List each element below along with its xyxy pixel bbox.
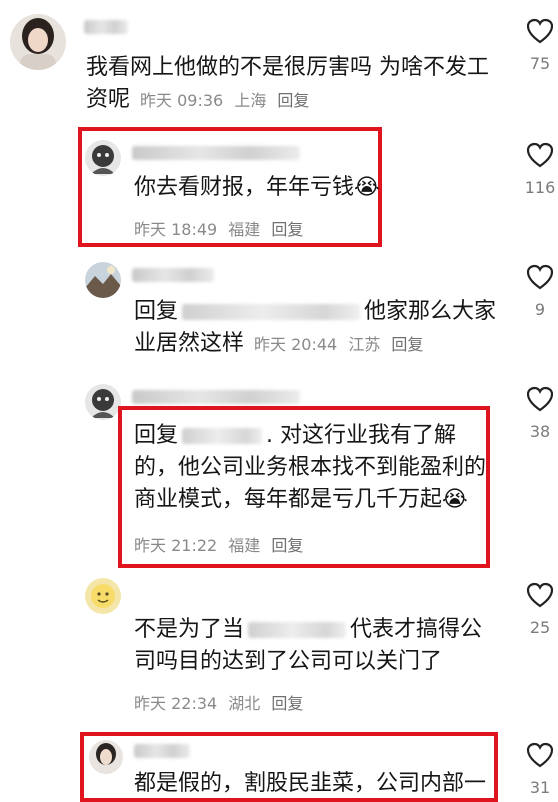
comment-time: 昨天 09:36 [140,91,224,110]
like-button[interactable]: 9 [520,264,558,319]
comment-line-tail: 他家那么大家 [364,299,497,324]
heart-outline-icon [526,742,554,768]
avatar[interactable] [85,262,121,298]
avatar[interactable] [85,578,121,614]
comment-location: 福建 [228,536,261,555]
crying-emoji: 😭 [442,487,468,512]
username-blurred[interactable] [132,390,300,404]
comment-time: 昨天 22:34 [134,694,218,713]
heart-outline-icon [526,582,554,608]
like-count: 75 [529,54,551,73]
comment-meta: 昨天 22:34 湖北 回复 [134,690,309,714]
reply-prefix: 回复 [134,299,179,324]
like-button[interactable]: 31 [520,742,558,797]
avatar[interactable] [10,14,66,70]
comment-text: 回复 他家那么大家 业居然这样 昨天 20:44 江苏 回复 [134,296,496,361]
like-button[interactable]: 38 [520,386,558,441]
crying-emoji: 😭 [354,175,380,200]
like-count: 9 [534,300,546,319]
heart-outline-icon [526,18,554,44]
comment-text: 不是为了当 代表才搞得公 司吗目的达到了公司可以关门了 [134,614,482,678]
avatar[interactable] [85,140,121,176]
avatar[interactable] [89,740,123,774]
comment-time: 昨天 21:22 [134,536,218,555]
avatar[interactable] [85,384,121,420]
reply-prefix: 回复 [134,423,179,448]
comment-line-head: 不是为了当 [134,617,245,642]
like-count: 25 [529,618,551,637]
heart-outline-icon [526,142,554,168]
comment-line: 你去看财报，年年亏钱 [134,175,355,200]
reply-button[interactable]: 回复 [271,694,303,713]
comment-location: 湖北 [228,694,261,713]
comment-text: 我看网上他做的不是很厉害吗 为啥不发工 资呢 昨天 09:36 上海 回复 [86,52,489,117]
comment-line: 商业模式，每年都是亏几千万起😭 [134,484,486,516]
like-button[interactable]: 25 [520,582,558,637]
comment-location: 上海 [234,91,267,110]
like-count: 38 [529,422,551,441]
comment-time: 昨天 18:49 [134,220,218,239]
comment-meta: 昨天 18:49 福建 回复 [134,216,309,240]
like-button[interactable]: 116 [520,142,558,197]
reply-button[interactable]: 回复 [391,335,423,354]
comment-time: 昨天 20:44 [254,335,338,354]
comment-line-tail: 资呢 [86,87,131,112]
comment-line: 回复 . 对这行业我有了解 [134,420,486,452]
comment-line-tail: 商业模式，每年都是亏几千万起 [134,487,443,512]
comment-text: 都是假的，割股民韭菜，公司内部一 [134,768,486,800]
comment-text: 你去看财报，年年亏钱😭 [134,172,380,204]
heart-outline-icon [526,264,554,290]
username-blurred[interactable] [132,268,214,282]
comment-location: 福建 [228,220,261,239]
comment-line: 的，他公司业务根本找不到能盈利的 [134,455,487,480]
mention-blurred [248,622,347,638]
comment-line: 司吗目的达到了公司可以关门了 [134,649,443,674]
comment-line: 都是假的，割股民韭菜，公司内部一 [134,771,487,796]
comment-line-tail: 业居然这样 [134,331,245,356]
comment-line: 不是为了当 代表才搞得公 [134,614,482,646]
like-button[interactable]: 75 [520,18,558,73]
mention-blurred[interactable] [182,428,263,444]
reply-button[interactable]: 回复 [271,536,303,555]
like-count: 116 [524,178,556,197]
username-blurred[interactable] [132,146,300,160]
username-blurred[interactable] [134,744,190,758]
comment-line: 我看网上他做的不是很厉害吗 为啥不发工 [86,55,489,80]
comment-text: 回复 . 对这行业我有了解 的，他公司业务根本找不到能盈利的 商业模式，每年都是亏… [134,420,486,516]
comment-line: 资呢 昨天 09:36 上海 回复 [86,84,489,117]
comment-line: 回复 他家那么大家 [134,296,496,328]
reply-button[interactable]: 回复 [271,220,303,239]
comment-meta: 昨天 09:36 上海 回复 [140,85,315,117]
comment-meta: 昨天 20:44 江苏 回复 [254,329,429,361]
like-count: 31 [529,778,551,797]
comment-line-tail: 代表才搞得公 [350,617,483,642]
mention-blurred[interactable] [182,304,361,320]
comment-meta: 昨天 21:22 福建 回复 [134,532,309,556]
username-blurred[interactable] [84,20,128,34]
comment-location: 江苏 [348,335,381,354]
heart-outline-icon [526,386,554,412]
comment-line-tail: . 对这行业我有了解 [266,423,457,448]
comment-line: 业居然这样 昨天 20:44 江苏 回复 [134,328,496,361]
reply-button[interactable]: 回复 [277,91,309,110]
